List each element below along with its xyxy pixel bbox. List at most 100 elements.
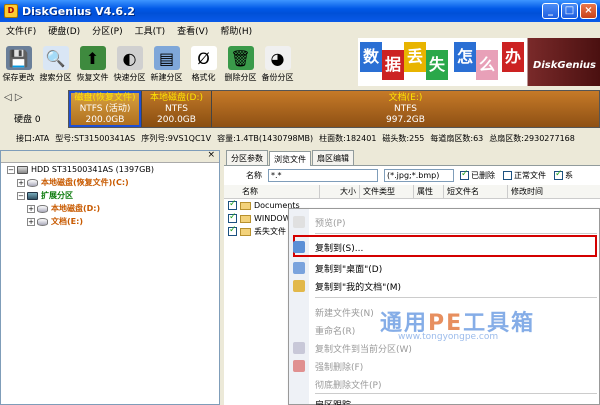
tree-pane-close-icon[interactable]: × <box>207 150 215 160</box>
toolbar: 💾 保存更改 🔍 搜索分区 ⬆ 恢复文件 ◐ 快速分区 ▤ 新建分区 Ø 格式化 🗑 删除分区 ◕ 备份分区 <box>0 38 355 86</box>
toolbar-search-button[interactable]: 🔍 搜索分区 <box>37 38 74 86</box>
disk-map: ◁ ▷ 硬盘 0 磁盘(恢复文件) NTFS (活动) 200.0GB 本地磁盘… <box>0 88 600 130</box>
context-menu-item[interactable]: 复制到"桌面"(D) <box>289 261 599 275</box>
menu-separator <box>315 233 597 234</box>
partition-d-block[interactable]: 本地磁盘(D:) NTFS 200.0GB <box>141 91 211 127</box>
toolbar-delete-partition-button[interactable]: 🗑 删除分区 <box>222 38 259 86</box>
site-watermark-url: www.tongyongpe.com <box>398 332 499 342</box>
banner-char: 怎 <box>454 42 476 72</box>
menu-separator <box>315 297 597 298</box>
expand-toggle-icon[interactable]: + <box>27 217 35 226</box>
context-menu-item[interactable]: 预览(P) <box>289 215 599 229</box>
context-menu-item[interactable]: 彻底删除文件(P) <box>289 377 599 391</box>
banner-char: 据 <box>382 50 404 80</box>
folder-icon <box>240 201 251 210</box>
info-sectors-per-track: 每道扇区数:63 <box>430 133 484 143</box>
disk-label: 硬盘 0 <box>14 115 41 125</box>
menu-bar: 文件(F) 硬盘(D) 分区(P) 工具(T) 查看(V) 帮助(H) <box>0 22 600 38</box>
expand-toggle-icon[interactable]: − <box>17 191 25 200</box>
toolbar-save-button[interactable]: 💾 保存更改 <box>0 38 37 86</box>
quick-partition-icon: ◐ <box>116 46 143 70</box>
file-checkbox-icon[interactable] <box>228 199 237 210</box>
force-delete-icon <box>293 360 305 372</box>
banner-char: 丢 <box>404 42 426 72</box>
partition-bar: 磁盘(恢复文件) NTFS (活动) 200.0GB 本地磁盘(D:) NTFS… <box>68 90 600 128</box>
banner-char: 失 <box>426 50 448 80</box>
info-heads: 磁头数:255 <box>382 133 425 143</box>
toolbar-quick-partition-button[interactable]: ◐ 快速分区 <box>111 38 148 86</box>
toolbar-new-partition-button[interactable]: ▤ 新建分区 <box>148 38 185 86</box>
extended-partition-icon <box>27 191 38 200</box>
tab-browse-files[interactable]: 浏览文件 <box>269 151 311 166</box>
menu-file[interactable]: 文件(F) <box>0 24 42 37</box>
checkbox-icon <box>503 171 512 180</box>
toolbar-recover-button[interactable]: ⬆ 恢复文件 <box>74 38 111 86</box>
tab-partition-params[interactable]: 分区参数 <box>226 150 268 165</box>
partition-icon <box>27 178 38 187</box>
tab-sector-edit[interactable]: 扇区编辑 <box>312 150 354 165</box>
menu-partition[interactable]: 分区(P) <box>86 24 128 37</box>
preview-icon <box>293 216 305 228</box>
save-icon: 💾 <box>5 46 32 70</box>
menu-disk[interactable]: 硬盘(D) <box>42 24 86 37</box>
tree-item[interactable]: + 文档(E:) <box>1 215 219 228</box>
context-menu-item[interactable]: 强制删除(F) <box>289 359 599 373</box>
search-icon: 🔍 <box>42 46 69 70</box>
disk-info-strip: 接口:ATA 型号:ST31500341AS 序列号:9VS1QC1V 容量:1… <box>0 131 600 145</box>
filter-system-checkbox[interactable]: 系 <box>554 169 573 181</box>
col-modified[interactable]: 修改时间 <box>508 185 600 198</box>
partition-icon <box>37 217 48 226</box>
col-size[interactable]: 大小 <box>320 185 360 198</box>
minimize-button[interactable]: _ <box>542 3 559 19</box>
banner-brand: DiskGenius <box>533 60 596 71</box>
file-filter-bar: 名称 *.* (*.jpg;*.bmp) 已删除 正常文件 系 <box>224 165 600 185</box>
context-menu-item[interactable]: 复制文件到当前分区(W) <box>289 341 599 355</box>
toolbar-backup-partition-button[interactable]: ◕ 备份分区 <box>259 38 296 86</box>
col-attr[interactable]: 属性 <box>414 185 444 198</box>
maximize-button[interactable]: □ <box>561 3 578 19</box>
delete-partition-icon: 🗑 <box>227 46 254 70</box>
disk-tree-pane: × − HDD ST31500341AS (1397GB) + 本地磁盘(恢复文件)(… <box>0 150 220 405</box>
filter-name-input[interactable]: *.* <box>268 169 378 182</box>
expand-toggle-icon[interactable]: − <box>7 165 15 174</box>
info-cylinders: 柱面数:182401 <box>319 133 377 143</box>
tree-item[interactable]: − HDD ST31500341AS (1397GB) <box>1 163 219 176</box>
filter-normal-checkbox[interactable]: 正常文件 <box>503 170 546 181</box>
context-menu-item[interactable]: 复制到"我的文档"(M) <box>289 279 599 293</box>
menu-view[interactable]: 查看(V) <box>171 24 214 37</box>
expand-toggle-icon[interactable]: + <box>27 204 35 213</box>
copy-desktop-icon <box>293 262 305 274</box>
context-menu-item[interactable]: 复制到(S)... <box>289 240 599 254</box>
disk-nav-arrows[interactable]: ◁ ▷ <box>4 92 23 103</box>
filter-ext-hint[interactable]: (*.jpg;*.bmp) <box>384 169 454 182</box>
filter-deleted-checkbox[interactable]: 已删除 <box>460 169 495 181</box>
file-checkbox-icon[interactable] <box>228 212 237 223</box>
tree-item[interactable]: + 本地磁盘(恢复文件)(C:) <box>1 176 219 189</box>
partition-icon <box>37 204 48 213</box>
partition-e-block[interactable]: 文档(E:) NTFS 997.2GB <box>211 91 599 127</box>
backup-partition-icon: ◕ <box>264 46 291 70</box>
close-button[interactable]: × <box>580 3 597 19</box>
banner-char: 办 <box>502 42 524 72</box>
partition-c-block[interactable]: 磁盘(恢复文件) NTFS (活动) 200.0GB <box>69 91 141 127</box>
tree-item[interactable]: − 扩展分区 <box>1 189 219 202</box>
checkbox-icon <box>554 169 563 180</box>
expand-toggle-icon[interactable]: + <box>17 178 25 187</box>
file-list-header: 名称 大小 文件类型 属性 短文件名 修改时间 <box>224 185 600 199</box>
menu-tools[interactable]: 工具(T) <box>129 24 172 37</box>
context-menu-item[interactable]: 扇区跟踪 <box>289 397 599 405</box>
disk-tree: − HDD ST31500341AS (1397GB) + 本地磁盘(恢复文件)(C:… <box>1 163 219 228</box>
file-checkbox-icon[interactable] <box>228 225 237 236</box>
col-type[interactable]: 文件类型 <box>360 185 414 198</box>
new-partition-icon: ▤ <box>153 46 180 70</box>
promo-banner[interactable]: DiskGenius 数据丢失怎么办 <box>358 38 600 86</box>
filter-name-label: 名称 <box>246 171 262 180</box>
col-name[interactable]: 名称 <box>224 185 320 198</box>
col-short-name[interactable]: 短文件名 <box>444 185 508 198</box>
tree-item[interactable]: + 本地磁盘(D:) <box>1 202 219 215</box>
window-title: DiskGenius V4.6.2 <box>22 4 135 18</box>
folder-icon <box>240 214 251 223</box>
title-bar: D DiskGenius V4.6.2 _ □ × <box>0 0 600 22</box>
menu-help[interactable]: 帮助(H) <box>214 24 258 37</box>
toolbar-format-button[interactable]: Ø 格式化 <box>185 38 222 86</box>
